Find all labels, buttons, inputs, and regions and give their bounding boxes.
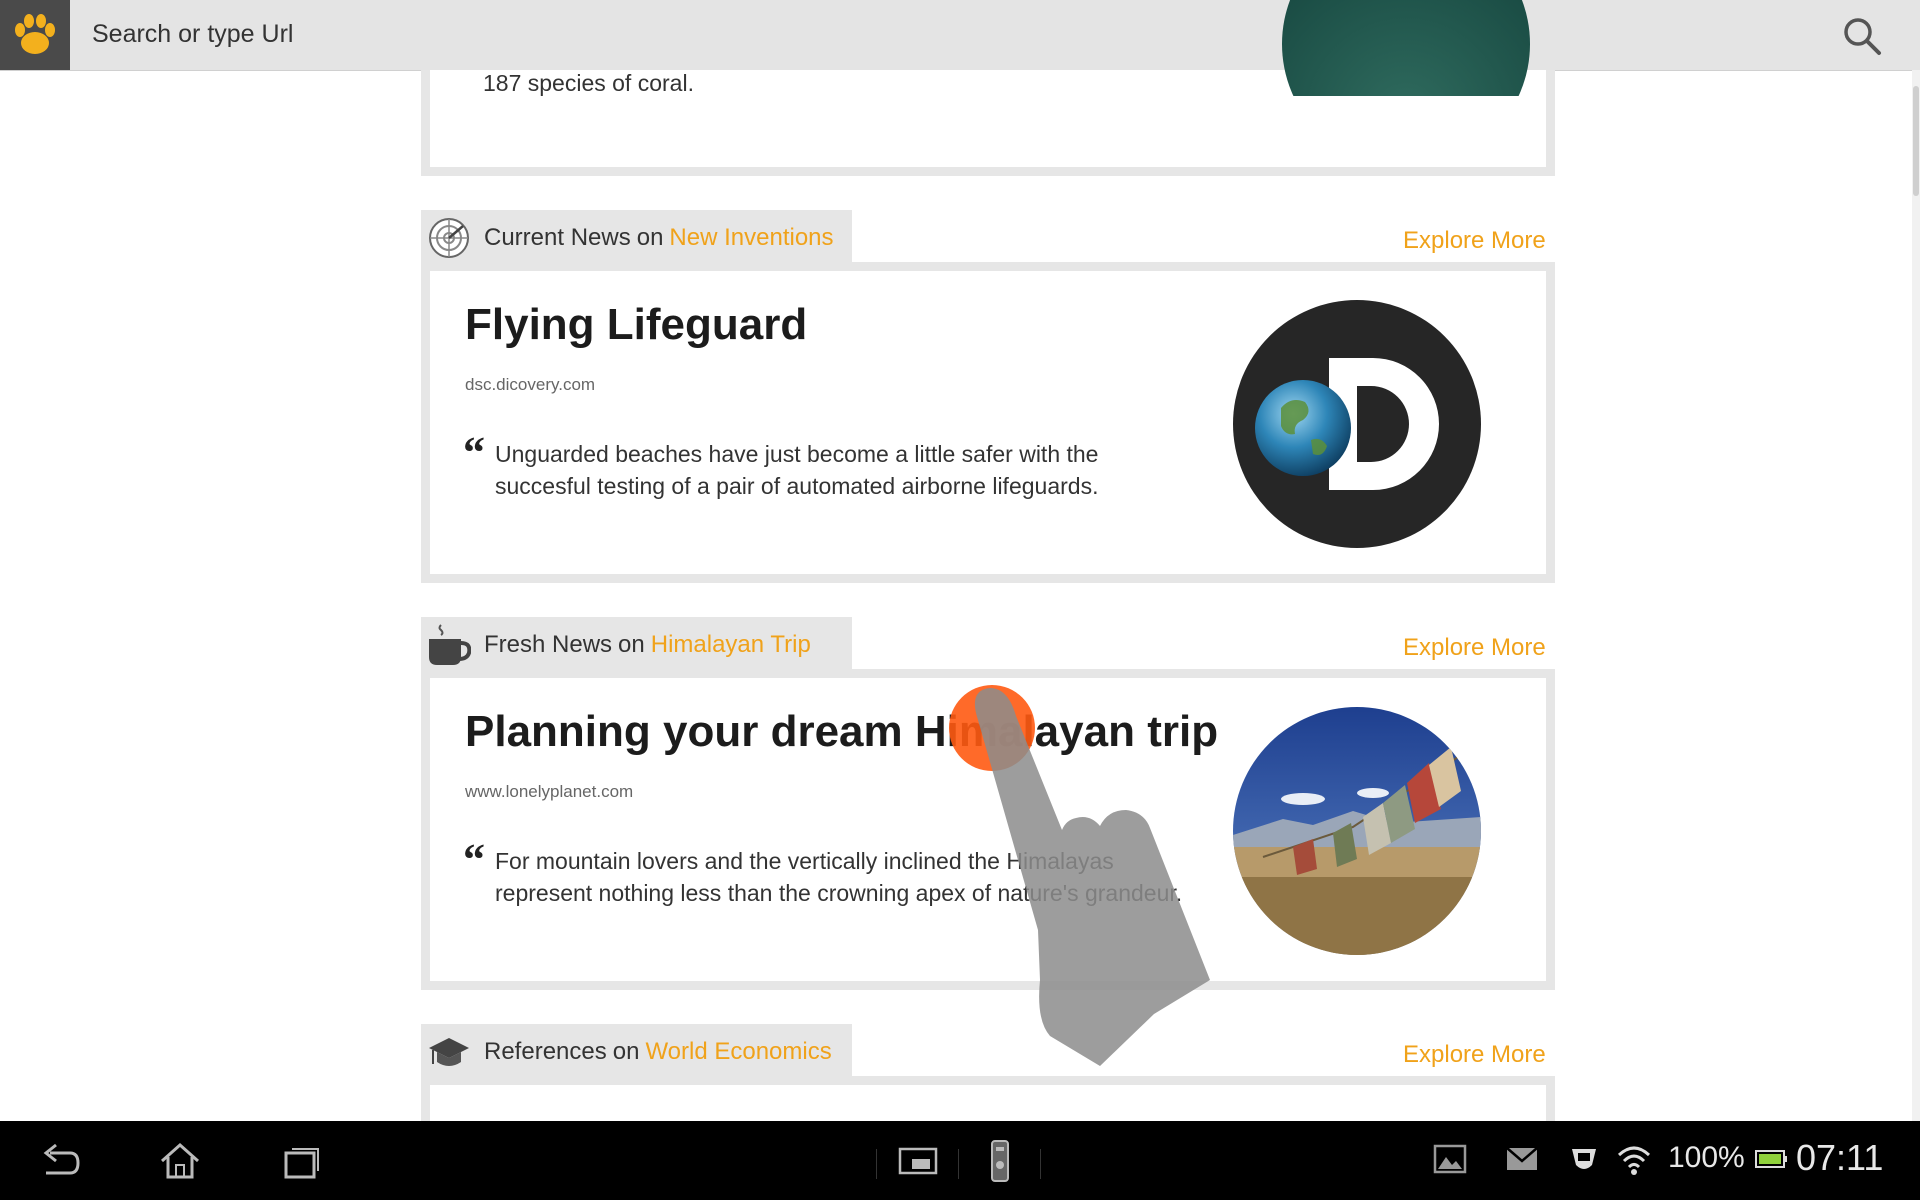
section-title: Fresh News on Himalayan Trip: [484, 631, 811, 659]
divider: [1040, 1149, 1041, 1179]
section-topic-link[interactable]: World Economics: [645, 1038, 831, 1065]
graduation-cap-icon: [427, 1030, 471, 1074]
section-header-references: References on World Economics: [421, 1024, 852, 1078]
scrollbar-track[interactable]: [1912, 70, 1920, 1122]
scrollbar-thumb[interactable]: [1913, 86, 1919, 196]
wifi-icon: [1616, 1141, 1652, 1177]
section-topic-link[interactable]: Himalayan Trip: [651, 631, 811, 658]
back-icon[interactable]: [36, 1137, 84, 1185]
divider: [876, 1149, 877, 1179]
section-header-current-news: Current News on New Inventions: [421, 210, 852, 264]
quote-mark: “: [463, 835, 485, 884]
clock: 07:11: [1796, 1137, 1884, 1178]
browser-toolbar: Search or type Url: [0, 0, 1920, 71]
explore-more-link[interactable]: Explore More: [1403, 227, 1546, 255]
section-on: on: [612, 1038, 640, 1065]
card-title[interactable]: Flying Lifeguard: [465, 300, 807, 350]
gallery-notification-icon[interactable]: [1432, 1141, 1468, 1177]
search-icon[interactable]: [1840, 14, 1884, 58]
news-card-flying-lifeguard[interactable]: Flying Lifeguard dsc.dicovery.com “ Ungu…: [421, 262, 1555, 583]
mail-notification-icon[interactable]: [1504, 1141, 1540, 1177]
url-input[interactable]: Search or type Url: [92, 20, 293, 49]
previous-card[interactable]: 187 species of coral.: [421, 0, 1555, 176]
home-icon[interactable]: [156, 1137, 204, 1185]
section-topic-link[interactable]: New Inventions: [669, 224, 833, 251]
tap-indicator: [949, 685, 1035, 771]
previous-card-text: 187 species of coral.: [483, 70, 694, 96]
card-quote: For mountain lovers and the vertically i…: [495, 848, 1183, 906]
news-card-world-economics[interactable]: [421, 1076, 1555, 1121]
battery-icon: [1754, 1141, 1790, 1177]
remote-control-icon[interactable]: [976, 1137, 1024, 1185]
paw-icon[interactable]: [0, 0, 70, 70]
section-on: on: [618, 631, 645, 658]
battery-percentage: 100%: [1668, 1141, 1745, 1174]
card-source: www.lonelyplanet.com: [465, 782, 634, 801]
prayer-flags-photo: [1233, 707, 1481, 955]
card-quote: Unguarded beaches have just become a lit…: [495, 441, 1099, 499]
section-on: on: [636, 224, 664, 251]
quote-mark: “: [463, 428, 485, 477]
section-category: Current News: [484, 224, 631, 251]
recent-apps-icon[interactable]: [276, 1137, 324, 1185]
card-title[interactable]: Planning your dream Himalayan trip: [465, 707, 1218, 757]
radar-icon: [427, 216, 471, 260]
section-category: References: [484, 1038, 607, 1065]
system-navigation-bar: 100% 07:11: [0, 1121, 1920, 1200]
card-source: dsc.dicovery.com: [465, 375, 596, 394]
coral-thumbnail: [1282, 0, 1530, 96]
divider: [958, 1149, 959, 1179]
discovery-logo: [1233, 300, 1481, 548]
section-title: Current News on New Inventions: [484, 224, 834, 252]
explore-more-link[interactable]: Explore More: [1403, 634, 1546, 662]
coffee-cup-icon: [427, 623, 472, 667]
explore-more-link[interactable]: Explore More: [1403, 1041, 1546, 1069]
shield-vpn-icon: [1566, 1141, 1602, 1177]
mini-app-window-icon[interactable]: [894, 1137, 942, 1185]
section-header-fresh-news: Fresh News on Himalayan Trip: [421, 617, 852, 671]
section-category: Fresh News: [484, 631, 613, 658]
section-title: References on World Economics: [484, 1038, 832, 1066]
